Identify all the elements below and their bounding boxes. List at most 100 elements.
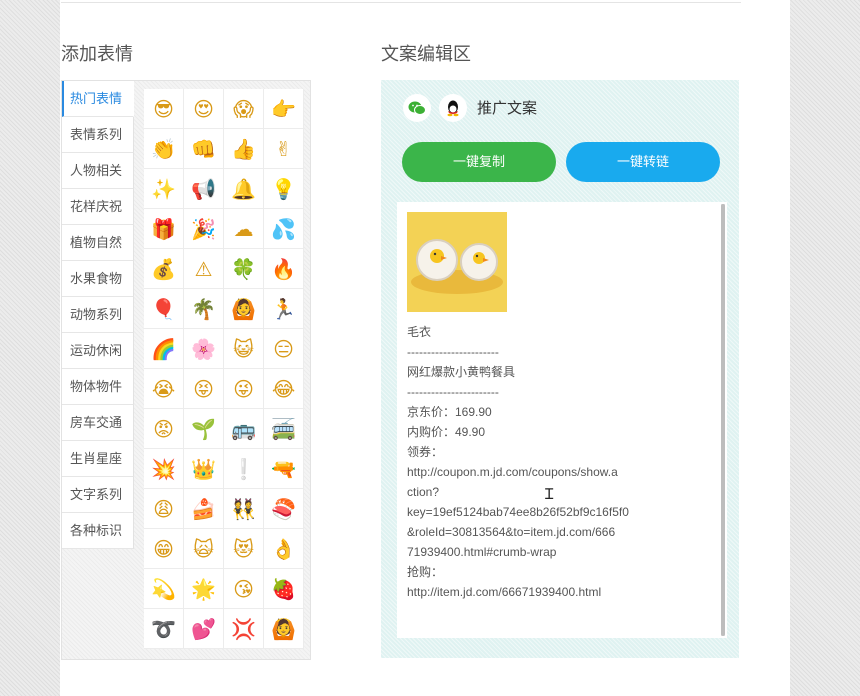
promo-text-line: ----------------------- — [407, 345, 499, 359]
emoji-category-tab[interactable]: 文字系列 — [62, 477, 134, 513]
emoji-item[interactable]: 😂 — [264, 369, 304, 409]
emoji-item[interactable]: 🌸 — [184, 329, 224, 369]
emoji-item[interactable]: 🔫 — [264, 449, 304, 489]
emoji-item[interactable]: 👍 — [224, 129, 264, 169]
emoji-category-tab[interactable]: 表情系列 — [62, 117, 134, 153]
promo-text-line: 领券： — [407, 445, 444, 459]
left-background-pattern — [0, 0, 60, 696]
convert-link-button[interactable]: 一键转链 — [566, 142, 720, 182]
emoji-item[interactable]: ✨ — [144, 169, 184, 209]
emoji-item[interactable]: 🔔 — [224, 169, 264, 209]
emoji-item[interactable]: 😭 — [144, 369, 184, 409]
emoji-section-title: 添加表情 — [61, 44, 133, 64]
emoji-item[interactable]: ✌ — [264, 129, 304, 169]
emoji-category-tab[interactable]: 生肖星座 — [62, 441, 134, 477]
promo-label: 推广文案 — [477, 100, 538, 117]
emoji-item[interactable]: 🏃 — [264, 289, 304, 329]
scrollbar-thumb[interactable] — [721, 204, 725, 636]
emoji-item[interactable]: 😺 — [224, 329, 264, 369]
text-cursor-icon: Ɪ — [545, 485, 554, 503]
emoji-item[interactable]: 🚎 — [264, 409, 304, 449]
wechat-icon[interactable] — [403, 94, 431, 122]
emoji-panel: 热门表情 表情系列 人物相关 花样庆祝 植物自然 水果食物 动物系列 运动休闲 物体物件 房车交通… — [61, 80, 311, 660]
emoji-item[interactable]: 🎈 — [144, 289, 184, 329]
editor-section-title: 文案编辑区 — [381, 44, 471, 64]
emoji-item[interactable]: 🚌 — [224, 409, 264, 449]
promo-text-line: ction? — [407, 485, 440, 499]
emoji-item[interactable]: 📢 — [184, 169, 224, 209]
emoji-item[interactable]: 🌴 — [184, 289, 224, 329]
emoji-item[interactable]: 👌 — [264, 529, 304, 569]
emoji-item[interactable]: 😘 — [224, 569, 264, 609]
promo-content-editor[interactable]: 毛衣 ----------------------- 网红爆款小黄鸭餐具 ------… — [397, 202, 727, 638]
promo-text-line: http://coupon.m.jd.com/coupons/show.a — [407, 465, 618, 479]
emoji-item[interactable]: 🍀 — [224, 249, 264, 289]
emoji-category-tab[interactable]: 热门表情 — [62, 81, 134, 117]
emoji-item[interactable]: ☁ — [224, 209, 264, 249]
emoji-item[interactable]: 😩 — [144, 489, 184, 529]
emoji-item[interactable]: 😻 — [224, 529, 264, 569]
emoji-item[interactable]: 💢 — [224, 609, 264, 649]
emoji-grid: 😎 😍 😱 👉 👏 👊 👍 ✌ ✨ 📢 🔔 💡 🎁 🎉 ☁ 💦 💰 ⚠ 🍀 🔥 🎈 🌴 🙆 🏃 🌈 🌸 😺 😑 😭 😝 😜 😂 😡 🌱 🚌 🚎 💥 👑 ❕ 🔫… — [144, 89, 304, 649]
emoji-item[interactable]: 😡 — [144, 409, 184, 449]
promo-text-line: 71939400.html#crumb-wrap — [407, 545, 557, 559]
editor-area: 推广文案 一键复制 一键转链 毛衣 -----------------------… — [381, 80, 739, 658]
copy-button[interactable]: 一键复制 — [402, 142, 556, 182]
emoji-item[interactable]: 🌟 — [184, 569, 224, 609]
emoji-category-tab[interactable]: 物体物件 — [62, 369, 134, 405]
promo-text-line: &roleId=30813564&to=item.jd.com/666 — [407, 525, 616, 539]
emoji-item[interactable]: 🙀 — [184, 529, 224, 569]
emoji-item[interactable]: 😎 — [144, 89, 184, 129]
emoji-item[interactable]: 😱 — [224, 89, 264, 129]
emoji-item[interactable]: 👏 — [144, 129, 184, 169]
emoji-item[interactable]: 😍 — [184, 89, 224, 129]
promo-text-line: 京东价：169.90 — [407, 405, 492, 419]
emoji-item[interactable]: 🎁 — [144, 209, 184, 249]
emoji-item[interactable]: 😁 — [144, 529, 184, 569]
emoji-item[interactable]: 👊 — [184, 129, 224, 169]
emoji-item[interactable]: 😑 — [264, 329, 304, 369]
content-scrollbar[interactable] — [721, 204, 725, 636]
emoji-item[interactable]: 💫 — [144, 569, 184, 609]
right-background-pattern — [790, 0, 860, 696]
emoji-category-tab[interactable]: 各种标识 — [62, 513, 134, 549]
emoji-item[interactable]: 👉 — [264, 89, 304, 129]
product-image — [407, 212, 507, 312]
emoji-item[interactable]: 👑 — [184, 449, 224, 489]
emoji-category-list: 热门表情 表情系列 人物相关 花样庆祝 植物自然 水果食物 动物系列 运动休闲 物体物件 房车交通… — [62, 81, 134, 549]
emoji-category-tab[interactable]: 人物相关 — [62, 153, 134, 189]
qq-icon[interactable] — [439, 94, 467, 122]
emoji-item[interactable]: 😜 — [224, 369, 264, 409]
emoji-item[interactable]: 🍣 — [264, 489, 304, 529]
emoji-item[interactable]: 🎉 — [184, 209, 224, 249]
emoji-category-tab[interactable]: 运动休闲 — [62, 333, 134, 369]
emoji-category-tab[interactable]: 水果食物 — [62, 261, 134, 297]
emoji-category-tab[interactable]: 花样庆祝 — [62, 189, 134, 225]
emoji-item[interactable]: ➰ — [144, 609, 184, 649]
emoji-item[interactable]: 💰 — [144, 249, 184, 289]
emoji-category-tab[interactable]: 植物自然 — [62, 225, 134, 261]
emoji-item[interactable]: 💕 — [184, 609, 224, 649]
emoji-item[interactable]: 💦 — [264, 209, 304, 249]
emoji-item[interactable]: 🌱 — [184, 409, 224, 449]
emoji-item[interactable]: ⚠ — [184, 249, 224, 289]
emoji-item[interactable]: 🌈 — [144, 329, 184, 369]
emoji-category-tab[interactable]: 动物系列 — [62, 297, 134, 333]
promo-text: 毛衣 ----------------------- 网红爆款小黄鸭餐具 ------… — [407, 322, 707, 602]
emoji-item[interactable]: 🔥 — [264, 249, 304, 289]
emoji-item[interactable]: 🍰 — [184, 489, 224, 529]
promo-text-line: 内购价：49.90 — [407, 425, 486, 439]
emoji-item[interactable]: 💡 — [264, 169, 304, 209]
promo-text-line: key=19ef5124bab74ee8b26f52bf9c16f5f0 — [407, 505, 629, 519]
emoji-item[interactable]: 😝 — [184, 369, 224, 409]
emoji-item[interactable]: 🙆 — [264, 609, 304, 649]
emoji-item[interactable]: 🍓 — [264, 569, 304, 609]
emoji-item[interactable]: 💥 — [144, 449, 184, 489]
emoji-category-tab[interactable]: 房车交通 — [62, 405, 134, 441]
promo-text-line: ----------------------- — [407, 385, 499, 399]
top-divider — [61, 2, 741, 3]
emoji-item[interactable]: 👯 — [224, 489, 264, 529]
emoji-item[interactable]: 🙆 — [224, 289, 264, 329]
promo-text-line: 网红爆款小黄鸭餐具 — [407, 365, 516, 379]
emoji-item[interactable]: ❕ — [224, 449, 264, 489]
